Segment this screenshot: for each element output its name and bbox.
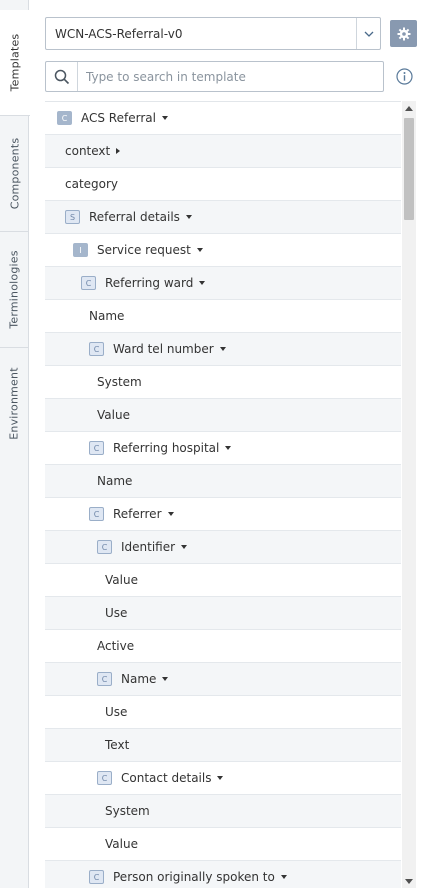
node-type-icon: C (89, 342, 104, 356)
caret-down-icon[interactable] (219, 347, 226, 351)
tree-scrollbar[interactable] (402, 101, 416, 888)
tab-environment[interactable]: Environment (0, 348, 29, 458)
tab-terminologies[interactable]: Terminologies (0, 232, 29, 348)
tab-label: Terminologies (8, 250, 21, 329)
caret-down-icon[interactable] (181, 545, 188, 549)
tab-templates[interactable]: Templates (0, 10, 30, 116)
tree-row-use[interactable]: Use (45, 696, 401, 729)
tree-row-label: Person originally spoken to (113, 870, 275, 884)
search-icon[interactable] (46, 62, 78, 91)
tree-row-label: Referring hospital (113, 441, 220, 455)
tree-row-name[interactable]: Name (45, 465, 401, 498)
node-type-icon: C (89, 507, 104, 521)
caret-down-icon[interactable] (161, 116, 168, 120)
tree-row-label: System (105, 804, 150, 818)
caret-down-icon[interactable] (280, 875, 287, 879)
tree-row-value[interactable]: Value (45, 828, 401, 861)
tree-row-referral-details[interactable]: S Referral details (45, 201, 401, 234)
tree-row-referrer[interactable]: C Referrer (45, 498, 401, 531)
node-type-icon: C (81, 276, 96, 290)
node-type-icon: S (65, 210, 80, 224)
node-type-icon: C (97, 540, 112, 554)
search-input[interactable] (78, 69, 383, 84)
tree-row-label: Ward tel number (113, 342, 214, 356)
tree-row-referring-ward[interactable]: C Referring ward (45, 267, 401, 300)
node-type-icon: C (97, 672, 112, 686)
tree-row-system[interactable]: System (45, 366, 401, 399)
caret-down-icon[interactable] (162, 677, 169, 681)
scrollbar-thumb[interactable] (404, 118, 414, 220)
caret-down-icon[interactable] (225, 446, 232, 450)
tree-row-ward-tel-number[interactable]: C Ward tel number (45, 333, 401, 366)
tree-row-label: ACS Referral (81, 111, 156, 125)
tree-row-label: Active (97, 639, 135, 653)
tree-row-person-originally-spoken-to[interactable]: C Person originally spoken to (45, 861, 401, 888)
tree-row-label: Value (105, 837, 138, 851)
tree-row-value[interactable]: Value (45, 564, 401, 597)
tree-row-label: Name (121, 672, 157, 686)
tab-components[interactable]: Components (0, 116, 29, 232)
scroll-down-arrow-icon[interactable] (402, 874, 416, 888)
tree-row-referring-hospital[interactable]: C Referring hospital (45, 432, 401, 465)
tree-row-label: Text (105, 738, 130, 752)
tree-row-label: Referrer (113, 507, 162, 521)
chevron-down-icon[interactable] (356, 18, 380, 49)
tree-row-name[interactable]: Name (45, 300, 401, 333)
tree-row-label: Use (105, 705, 128, 719)
caret-down-icon[interactable] (167, 512, 174, 516)
node-type-icon: C (89, 870, 104, 884)
tree-row-identifier[interactable]: C Identifier (45, 531, 401, 564)
tab-label: Templates (8, 33, 22, 92)
tree-row-label: Value (97, 408, 130, 422)
tree-row-label: Name (89, 309, 125, 323)
gear-icon (397, 27, 411, 41)
tree-row-category[interactable]: category (45, 168, 401, 201)
tree-row-text[interactable]: Text (45, 729, 401, 762)
tree-row-label: Use (105, 606, 128, 620)
tree-row-label: Referring ward (105, 276, 194, 290)
tree-row-active[interactable]: Active (45, 630, 401, 663)
template-search (45, 61, 384, 92)
node-type-icon: C (57, 111, 72, 125)
tree-row-label: Identifier (121, 540, 176, 554)
template-tree: C ACS Referral context category S Referral de… (45, 101, 401, 888)
caret-down-icon[interactable] (199, 281, 206, 285)
tree-row-service-request[interactable]: I Service request (45, 234, 401, 267)
tree-row-label: context (65, 144, 111, 158)
tree-row-label: category (65, 177, 119, 191)
tree-row-system[interactable]: System (45, 795, 401, 828)
tree-row-label: Name (97, 474, 133, 488)
caret-down-icon[interactable] (185, 215, 192, 219)
tab-label: Components (8, 137, 21, 210)
tree-row-label: Referral details (89, 210, 180, 224)
tree-row-context[interactable]: context (45, 135, 401, 168)
caret-down-icon[interactable] (217, 776, 224, 780)
tree-row-label: Value (105, 573, 138, 587)
tree-row-label: Contact details (121, 771, 212, 785)
caret-down-icon[interactable] (196, 248, 203, 252)
template-select[interactable]: WCN-ACS-Referral-v0 (45, 17, 381, 50)
node-type-icon: C (97, 771, 112, 785)
node-type-icon: I (73, 243, 88, 257)
tab-label: Environment (8, 366, 22, 440)
node-type-icon: C (89, 441, 104, 455)
caret-right-icon[interactable] (116, 148, 121, 154)
sidebar-tab-strip: Templates Components Terminologies Envir… (0, 0, 30, 888)
tree-row-use[interactable]: Use (45, 597, 401, 630)
template-select-value: WCN-ACS-Referral-v0 (55, 26, 183, 41)
tree-row-name[interactable]: C Name (45, 663, 401, 696)
info-icon[interactable] (396, 68, 413, 85)
scroll-up-arrow-icon[interactable] (402, 101, 416, 115)
tree-row-acs-referral[interactable]: C ACS Referral (45, 102, 401, 135)
tree-row-value[interactable]: Value (45, 399, 401, 432)
tree-row-contact-details[interactable]: C Contact details (45, 762, 401, 795)
tree-row-label: Service request (97, 243, 191, 257)
settings-button[interactable] (390, 20, 417, 47)
tree-row-label: System (97, 375, 142, 389)
